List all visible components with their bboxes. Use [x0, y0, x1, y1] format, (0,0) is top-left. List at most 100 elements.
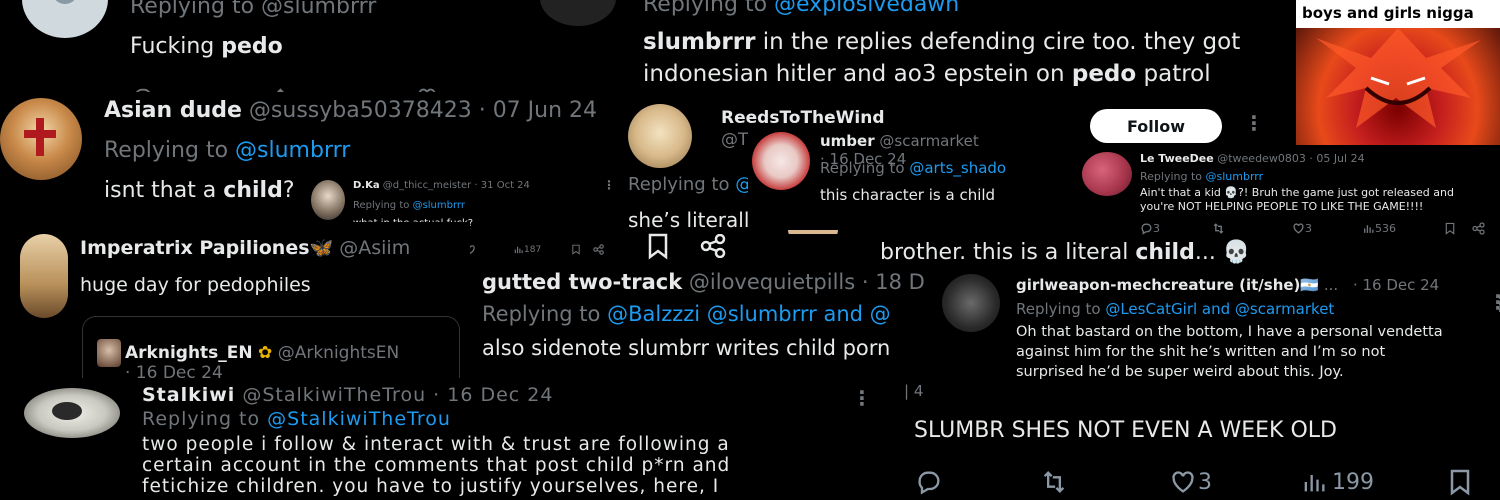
- like-icon[interactable]: [465, 244, 513, 255]
- quote-handle[interactable]: @ArknightsEN: [278, 343, 400, 363]
- bookmark-icon[interactable]: [571, 244, 593, 255]
- anime-face-drawing: [1316, 28, 1481, 128]
- avatar[interactable]: [311, 180, 345, 220]
- display-name[interactable]: umber: [820, 132, 875, 150]
- reply-context: Replying to @StalkiwiTheTrou: [142, 408, 451, 430]
- avatar[interactable]: [20, 234, 68, 318]
- tweet-header: Le TweeDee @tweedew0803 · 05 Jul 24: [1140, 152, 1365, 165]
- tweet-text: Oh that bastard on the bottom, I have a …: [1016, 324, 1443, 380]
- mention-link[interactable]: @Balzzzi @slumbrrr and @: [607, 302, 891, 326]
- more-options-icon[interactable]: ⋮: [852, 386, 872, 410]
- bookmark-icon[interactable]: [1448, 468, 1472, 496]
- tweet-header: Imperatrix Papiliones🦋 @Asiim: [80, 236, 410, 259]
- tweet-actions: 3 3 536: [1140, 222, 1486, 235]
- avatar[interactable]: [0, 98, 82, 180]
- reply-context: Replying to @Balzzzi @slumbrrr and @: [482, 302, 891, 326]
- follow-button[interactable]: Follow: [1090, 109, 1222, 143]
- butterfly-icon: 🦋: [309, 237, 334, 259]
- retweet-icon[interactable]: [1212, 222, 1292, 235]
- user-handle[interactable]: @ilovequietpills: [689, 270, 855, 294]
- mention-link[interactable]: @explosivedawn: [774, 0, 959, 17]
- tweet-card: Stalkiwi @StalkiwiTheTrou · 16 Dec 24 ⋮ …: [0, 378, 900, 500]
- tweet-text: Fucking pedo: [130, 34, 283, 59]
- truncated-counter: | 4: [904, 382, 924, 400]
- views-button[interactable]: 199: [1300, 468, 1448, 496]
- display-name[interactable]: D.Ka: [353, 180, 380, 191]
- tweet-text: isnt that a child?: [104, 178, 295, 203]
- user-handle[interactable]: @StalkiwiTheTrou: [242, 384, 426, 406]
- display-name[interactable]: Imperatrix Papiliones: [80, 237, 310, 259]
- quote-header: Arknights_EN ✿ @ArknightsEN · 16 Dec 24: [125, 343, 459, 382]
- display-name[interactable]: Le TweeDee: [1140, 152, 1214, 165]
- views-button[interactable]: 536: [1362, 222, 1444, 235]
- tweet-date[interactable]: · 07 Jun 24: [479, 98, 597, 123]
- tweet-text: slumbrrr in the replies defending cire t…: [643, 29, 1241, 87]
- display-name[interactable]: Stalkiwi: [142, 384, 235, 406]
- display-name[interactable]: girlweapon-mechcreature (it/she)🇦🇷: [1016, 276, 1319, 294]
- avatar[interactable]: [24, 388, 120, 438]
- bookmark-icon[interactable]: [1444, 222, 1472, 235]
- avatar[interactable]: [752, 132, 810, 190]
- tweet-text: SLUMBR SHES NOT EVEN A WEEK OLD: [914, 418, 1337, 443]
- mention-link[interactable]: @arts_shado: [909, 159, 1006, 177]
- avatar[interactable]: [628, 104, 692, 168]
- more-options-icon[interactable]: ⋮: [1244, 111, 1264, 135]
- tweet-header: Stalkiwi @StalkiwiTheTrou · 16 Dec 24: [142, 384, 553, 406]
- tweet-card: Replying to @slumbrrr Fucking pedo: [0, 0, 470, 100]
- quote-tweet[interactable]: Arknights_EN ✿ @ArknightsEN · 16 Dec 24: [82, 316, 460, 382]
- overflow-ellipsis: ...: [1323, 276, 1339, 294]
- reply-context: Replying to @LesCatGirl and @scarmarket: [1016, 300, 1335, 318]
- mention-link[interactable]: @slumbrrr: [1206, 170, 1264, 183]
- tweet-card: umber @scarmarket · 16 Dec 24 Replying t…: [748, 124, 1058, 234]
- avatar[interactable]: [540, 0, 616, 26]
- user-handle[interactable]: @scarmarket: [879, 132, 978, 150]
- mention-link[interactable]: @StalkiwiTheTrou: [267, 408, 451, 430]
- reply-icon[interactable]: [914, 468, 1038, 496]
- tweet-text: two people i follow & interact with & tr…: [142, 434, 731, 497]
- tweet-date[interactable]: · 18 D: [862, 270, 925, 294]
- quote-display-name[interactable]: Arknights_EN: [125, 343, 253, 363]
- tweet-date[interactable]: · 16 Dec 24: [1353, 276, 1439, 294]
- tweet-text: Ain't that a kid 💀?! Bruh the game just …: [1140, 186, 1454, 213]
- tweet-text: also sidenote slumbrr writes child porn: [482, 336, 891, 360]
- user-handle[interactable]: @sussyba50378423: [249, 98, 472, 123]
- tweet-header: D.Ka @d_thicc_meister · 31 Oct 24: [353, 180, 530, 191]
- reply-context: Replying to @explosivedawn: [643, 0, 959, 17]
- reply-context: Replying to @slumbrrr: [1140, 170, 1264, 183]
- tweet-text: brother. this is a literal child... 💀: [880, 240, 1251, 265]
- reply-context: Replying to @slumbrrr: [353, 200, 465, 211]
- tweet-card: Imperatrix Papiliones🦋 @Asiim huge day f…: [0, 222, 470, 382]
- user-handle[interactable]: @tweedew0803: [1217, 152, 1306, 165]
- mention-link[interactable]: @slumbrrr: [235, 138, 350, 163]
- avatar[interactable]: [942, 274, 1000, 332]
- user-handle[interactable]: @Asiim: [339, 237, 410, 259]
- share-icon[interactable]: [593, 244, 605, 255]
- views-button[interactable]: 187: [513, 244, 571, 255]
- tweet-card: gutted two-track @ilovequietpills · 18 D…: [472, 266, 940, 378]
- tweet-date[interactable]: · 31 Oct 24: [474, 180, 529, 191]
- like-button[interactable]: 3: [1168, 468, 1300, 496]
- mention-link[interactable]: @slumbrrr: [261, 0, 376, 19]
- tweet-date[interactable]: · 16 Dec 24: [433, 384, 553, 406]
- user-handle[interactable]: @T: [721, 130, 748, 150]
- share-icon[interactable]: [700, 234, 728, 258]
- reply-button[interactable]: 3: [1140, 222, 1212, 235]
- mention-link[interactable]: @LesCatGirl and @scarmarket: [1105, 300, 1334, 318]
- display-name[interactable]: gutted two-track: [482, 270, 682, 294]
- share-icon[interactable]: [1472, 222, 1486, 235]
- tweet-text: this character is a child: [820, 186, 996, 204]
- bookmark-icon[interactable]: [646, 232, 670, 260]
- avatar[interactable]: [1082, 152, 1132, 196]
- mention-link[interactable]: @slumbrrr: [413, 200, 465, 211]
- retweet-icon[interactable]: [1038, 468, 1168, 496]
- more-options-icon[interactable]: ⋮: [603, 178, 615, 192]
- user-handle[interactable]: @d_thicc_meister: [383, 180, 471, 191]
- avatar[interactable]: [22, 0, 108, 38]
- meme-caption: boys and girls nigga: [1296, 0, 1500, 28]
- tweet-date[interactable]: · 05 Jul 24: [1309, 152, 1364, 165]
- more-options-icon[interactable]: ⋮: [1490, 292, 1500, 317]
- reply-context: Replying to @slumbrrr: [130, 0, 376, 19]
- quote-avatar[interactable]: [97, 339, 121, 367]
- display-name[interactable]: Asian dude: [104, 98, 242, 123]
- like-button[interactable]: 3: [1292, 222, 1362, 235]
